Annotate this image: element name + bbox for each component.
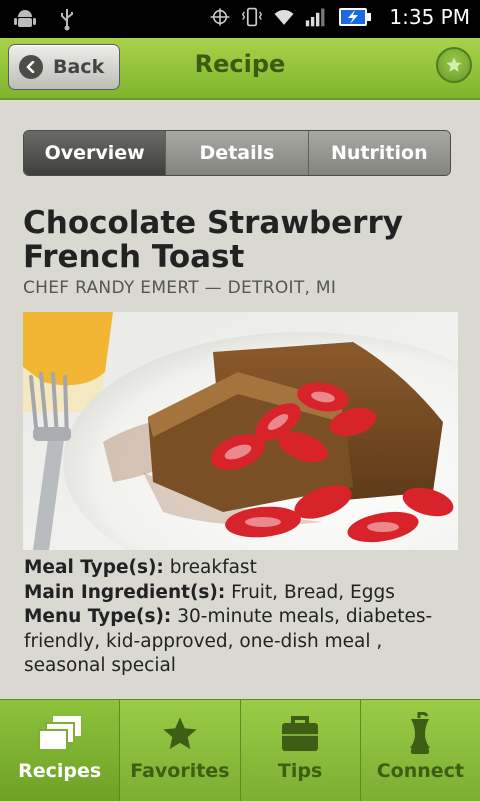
segmented-tabs: Overview Details Nutrition [23,130,451,176]
back-button[interactable]: Back [8,44,120,90]
gps-icon [209,4,231,30]
recipe-title: Chocolate Strawberry French Toast [23,205,403,275]
bottom-nav: Recipes Favorites Tips Connect [0,699,480,801]
main-ingredient-label: Main Ingredient(s): [24,581,226,603]
meal-type-value: breakfast [163,557,257,578]
star-icon [446,57,462,72]
apple-core-icon [410,712,431,754]
stacked-cards-icon [37,716,81,751]
recipe-photo [23,312,458,550]
nav-connect-label: Connect [376,760,465,782]
nav-recipes-label: Recipes [18,760,102,782]
favorite-button[interactable] [436,47,472,83]
recipe-chef: CHEF RANDY EMERT — DETROIT, MI [23,278,337,298]
tab-details[interactable]: Details [165,131,308,175]
signal-icon [305,4,327,30]
briefcase-icon [282,716,319,751]
main-ingredient-value: Fruit, Bread, Eggs [225,581,395,603]
battery-charging-icon [337,4,373,30]
android-debug-icon [14,6,36,32]
main-ingredient-row: Main Ingredient(s): Fruit, Bread, Eggs [24,581,454,606]
nav-recipes[interactable]: Recipes [0,700,120,801]
tab-nutrition[interactable]: Nutrition [307,131,450,175]
action-bar: Back Recipe [0,38,480,100]
menu-type-label: Menu Type(s): [24,606,172,627]
star-icon [163,717,197,749]
vibrate-icon [241,4,263,30]
status-time: 1:35 PM [389,5,470,29]
nav-favorites[interactable]: Favorites [119,700,240,801]
tab-overview[interactable]: Overview [24,131,166,175]
usb-icon [56,6,78,32]
nav-tips-label: Tips [277,760,323,782]
nav-connect[interactable]: Connect [359,700,480,801]
meal-type-row: Meal Type(s): breakfast [24,556,454,581]
page-title: Recipe [194,50,286,78]
back-button-label: Back [53,56,105,78]
menu-type-row: Menu Type(s): 30-minute meals, diabetes-… [24,605,454,679]
meal-type-label: Meal Type(s): [24,557,164,578]
status-bar: 1:35 PM [0,0,480,38]
nav-favorites-label: Favorites [130,760,230,782]
back-arrow-icon [19,55,43,79]
recipe-info: Meal Type(s): breakfast Main Ingredient(… [24,556,454,679]
wifi-icon [273,4,295,30]
nav-tips[interactable]: Tips [239,700,360,801]
